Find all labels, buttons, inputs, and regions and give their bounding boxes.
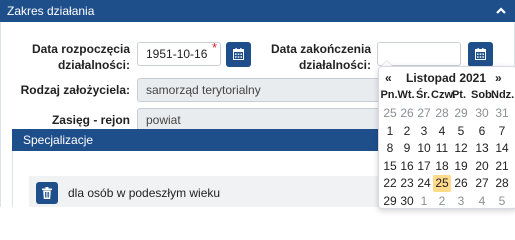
start-date-label-line2: działalności: — [57, 58, 130, 72]
calendar-day[interactable]: 4 — [473, 193, 491, 210]
calendar-day[interactable]: 5 — [493, 193, 511, 210]
end-date-label-line1: Data zakończenia — [270, 42, 371, 56]
calendar-day[interactable]: 22 — [381, 175, 399, 192]
calendar-day[interactable]: 1 — [381, 123, 399, 140]
calendar-icon — [475, 48, 486, 60]
chevron-up-icon[interactable] — [495, 5, 507, 17]
calendar-day[interactable]: 24 — [415, 175, 433, 192]
calendar-day[interactable]: 12 — [452, 140, 470, 157]
calendar-day[interactable]: 1 — [415, 193, 433, 210]
panel-title: Zakres działania — [7, 4, 95, 18]
specialization-label: dla osób w podeszłym wieku — [68, 186, 221, 200]
calendar-day[interactable]: 26 — [398, 105, 416, 122]
end-date-label-line2: działalności: — [298, 58, 371, 72]
datepicker-next-button[interactable]: » — [495, 71, 502, 85]
founder-type-field: samorząd terytorialny — [137, 78, 397, 102]
calendar-day[interactable]: 29 — [452, 105, 470, 122]
weekday-header: Pn. — [380, 89, 398, 101]
calendar-day[interactable]: 26 — [452, 175, 470, 192]
end-date-calendar-button[interactable] — [468, 42, 493, 67]
start-date-input[interactable]: 1951-10-16 — [137, 42, 221, 66]
calendar-day[interactable]: 5 — [452, 123, 470, 140]
start-date-label-line1: Data rozpoczęcia — [31, 42, 130, 56]
weekday-header: Śr. — [415, 89, 431, 101]
calendar-day[interactable]: 17 — [415, 158, 433, 175]
calendar-day[interactable]: 25 — [433, 175, 451, 193]
calendar-day[interactable]: 13 — [473, 140, 491, 157]
panel-header-zakres-dzialania[interactable]: Zakres działania — [0, 0, 515, 22]
calendar-day[interactable]: 14 — [493, 140, 511, 157]
calendar-day[interactable]: 30 — [473, 105, 491, 122]
calendar-day[interactable]: 25 — [381, 105, 399, 122]
calendar-day[interactable]: 30 — [398, 193, 416, 210]
calendar-day[interactable]: 2 — [433, 193, 451, 210]
calendar-day[interactable]: 31 — [493, 105, 511, 122]
calendar-day[interactable]: 3 — [452, 193, 470, 210]
calendar-day[interactable]: 10 — [415, 140, 433, 157]
datepicker-prev-button[interactable]: « — [385, 71, 392, 85]
calendar-day[interactable]: 21 — [493, 158, 511, 175]
calendar-day[interactable]: 27 — [473, 175, 491, 192]
calendar-day[interactable]: 29 — [381, 193, 399, 210]
calendar-day[interactable]: 18 — [433, 158, 451, 175]
specializations-title: Specjalizacje — [23, 133, 94, 147]
weekday-header: Wt. — [397, 89, 415, 101]
calendar-day[interactable]: 27 — [415, 105, 433, 122]
end-date-label: Data zakończenia działalności: — [270, 41, 371, 73]
calendar-day[interactable]: 9 — [398, 140, 416, 157]
calendar-day[interactable]: 11 — [433, 140, 451, 157]
calendar-day[interactable]: 28 — [493, 175, 511, 192]
calendar-day[interactable]: 6 — [473, 123, 491, 140]
calendar-day[interactable]: 15 — [381, 158, 399, 175]
calendar-day[interactable]: 28 — [433, 105, 451, 122]
calendar-day[interactable]: 20 — [473, 158, 491, 175]
calendar-icon — [233, 48, 244, 60]
trash-icon — [42, 187, 52, 199]
calendar-day[interactable]: 3 — [415, 123, 433, 140]
weekday-header: Pt. — [451, 89, 467, 101]
weekday-header: Ndz. — [491, 89, 515, 101]
datepicker-month-title[interactable]: Listopad 2021 — [400, 71, 492, 85]
calendar-day[interactable]: 23 — [398, 175, 416, 192]
required-marker: * — [212, 40, 218, 55]
start-date-calendar-button[interactable] — [226, 42, 251, 67]
calendar-day[interactable]: 2 — [398, 123, 416, 140]
delete-specialization-button[interactable] — [36, 182, 58, 204]
weekday-header: Sob. — [471, 89, 495, 101]
calendar-day[interactable]: 8 — [381, 140, 399, 157]
start-date-label: Data rozpoczęcia działalności: — [30, 41, 130, 73]
calendar-day[interactable]: 16 — [398, 158, 416, 175]
calendar-day[interactable]: 4 — [433, 123, 451, 140]
calendar-day[interactable]: 19 — [452, 158, 470, 175]
calendar-day[interactable]: 7 — [493, 123, 511, 140]
founder-type-label: Rodzaj założyciela: — [20, 83, 130, 97]
